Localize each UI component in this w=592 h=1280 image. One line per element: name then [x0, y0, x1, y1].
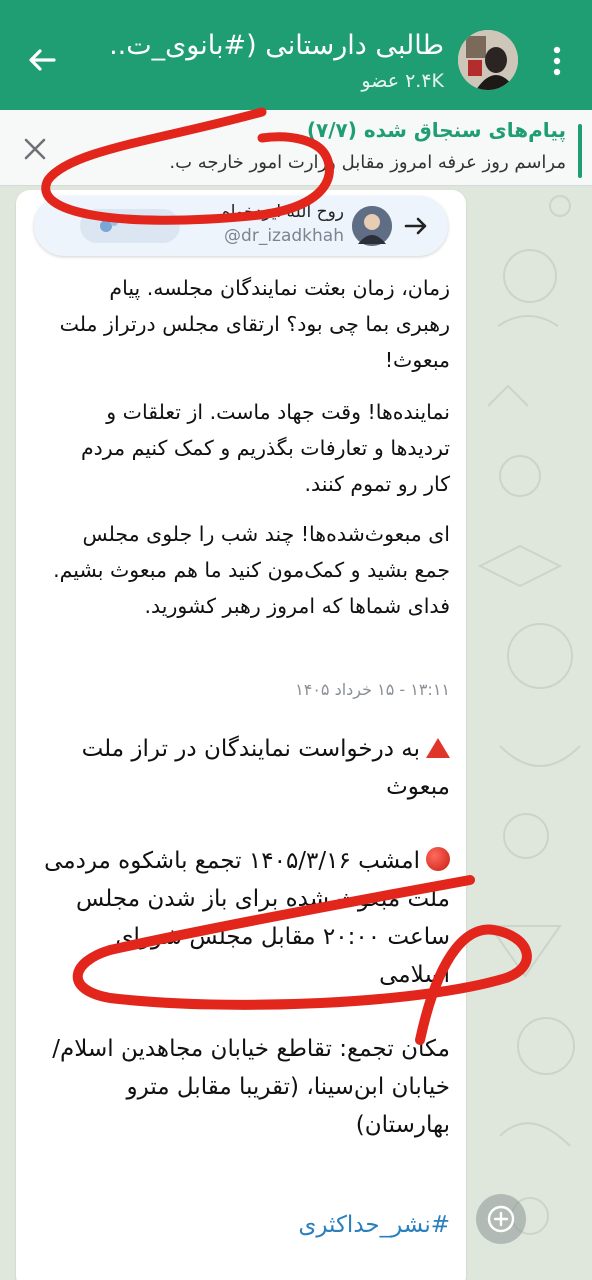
announcement-details: امشب ۱۴۰۵/۳/۱۶ تجمع باشکوه مردمی ملت مبع… [40, 842, 450, 994]
hashtag-link[interactable]: #نشر_حداکثری [150, 1212, 450, 1238]
announcement-details-text: امشب ۱۴۰۵/۳/۱۶ تجمع باشکوه مردمی ملت مبع… [44, 848, 450, 988]
forward-arrow-icon [404, 217, 427, 235]
announcement-location: مکان تجمع: تقاطع خیابان مجاهدین اسلام/ خ… [52, 1036, 450, 1138]
forward-avatar [352, 206, 392, 246]
pin-indicator [578, 124, 582, 178]
scroll-down-icon [487, 1205, 515, 1233]
close-icon[interactable] [20, 134, 50, 164]
channel-avatar[interactable] [458, 30, 518, 90]
red-triangle-icon [426, 738, 450, 758]
announcement-heading-text: به درخواست نمایندگان در تراز ملت مبعوث [81, 736, 450, 800]
red-circle-icon [426, 847, 450, 871]
forwarded-from-card[interactable]: روح الله ایزدخواه @dr_izadkhah [34, 196, 448, 256]
reaction-badge[interactable] [80, 209, 180, 243]
channel-title[interactable]: طالبی دارستانی (#بانوی_ت.. [74, 30, 444, 61]
message-paragraph: ای مبعوث‌شده‌ها! چند شب را جلوی مجلس جمع… [53, 522, 450, 618]
more-vertical-icon[interactable] [542, 44, 572, 78]
message-paragraph: زمان، زمان بعثت نمایندگان مجلسه. پیام ره… [59, 276, 450, 372]
scroll-down-button[interactable] [476, 1194, 526, 1244]
pinned-text: مراسم روز عرفه امروز مقابل وزارت امور خا… [169, 152, 566, 173]
member-count: ۲.۴K عضو [361, 70, 444, 92]
pinned-title: پیام‌های سنجاق شده (۷/۷) [306, 118, 566, 142]
chat-header: طالبی دارستانی (#بانوی_ت.. ۲.۴K عضو [0, 0, 592, 110]
announcement-heading: به درخواست نمایندگان در تراز ملت مبعوث [40, 730, 450, 806]
arrow-left-icon[interactable] [24, 42, 60, 78]
message-timestamp: ۱۳:۱۱ - ۱۵ خرداد ۱۴۰۵ [295, 680, 450, 699]
pinned-message-bar[interactable]: پیام‌های سنجاق شده (۷/۷) مراسم روز عرفه … [0, 110, 592, 186]
message-paragraph: نماینده‌ها! وقت جهاد ماست. از تعلقات و ت… [80, 400, 450, 496]
